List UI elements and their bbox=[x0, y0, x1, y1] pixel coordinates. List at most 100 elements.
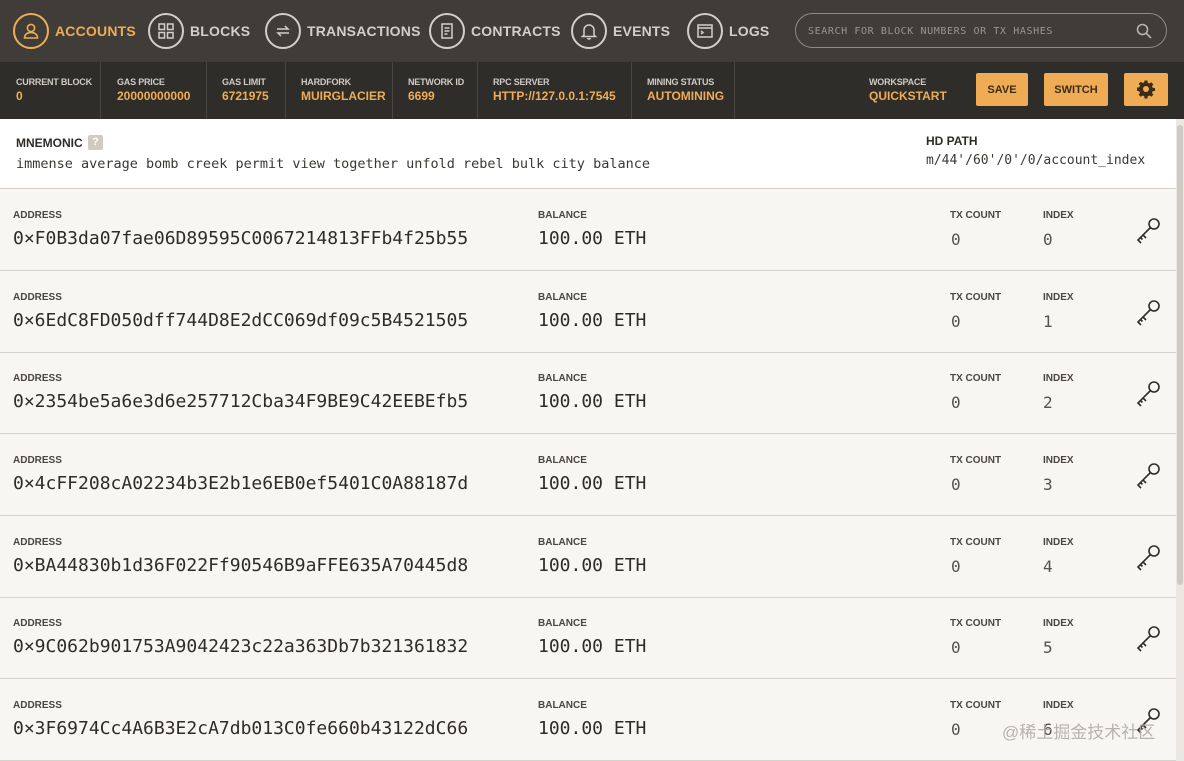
search-icon[interactable] bbox=[1136, 23, 1152, 39]
tx-count-value: 0 bbox=[951, 393, 961, 412]
bell-icon bbox=[571, 13, 607, 49]
scrollbar[interactable] bbox=[1176, 119, 1184, 761]
stat-value: MUIRGLACIER bbox=[301, 89, 386, 103]
address-value: 0×F0B3da07fae06D89595C0067214813FFb4f25b… bbox=[13, 228, 469, 249]
balance-value: 100.00 ETH bbox=[538, 310, 647, 331]
stat-network-id: NETWORK ID 6699 bbox=[393, 62, 478, 119]
index-label: INDEX bbox=[1043, 210, 1074, 221]
nav-blocks-label: BLOCKS bbox=[190, 23, 251, 39]
mnemonic-label: MNEMONIC bbox=[16, 136, 83, 150]
nav-contracts-label: CONTRACTS bbox=[471, 23, 561, 39]
stat-label: GAS LIMIT bbox=[222, 77, 266, 87]
tx-count-label: TX COUNT bbox=[950, 373, 1002, 384]
user-icon bbox=[13, 13, 49, 49]
search-input[interactable] bbox=[808, 21, 1128, 41]
terminal-icon bbox=[687, 13, 723, 49]
key-icon[interactable] bbox=[1134, 461, 1162, 489]
scrollbar-thumb[interactable] bbox=[1177, 125, 1183, 585]
stat-gas-limit: GAS LIMIT 6721975 bbox=[207, 62, 286, 119]
key-icon[interactable] bbox=[1134, 624, 1162, 652]
address-label: ADDRESS bbox=[13, 700, 62, 711]
key-icon[interactable] bbox=[1134, 216, 1162, 244]
nav-events[interactable]: EVENTS bbox=[571, 12, 670, 50]
nav-accounts-label: ACCOUNTS bbox=[55, 23, 136, 39]
accounts-list: ADDRESS 0×F0B3da07fae06D89595C0067214813… bbox=[0, 190, 1176, 761]
balance-label: BALANCE bbox=[538, 292, 587, 303]
stat-label: WORKSPACE bbox=[869, 77, 927, 87]
tx-count-label: TX COUNT bbox=[950, 537, 1002, 548]
watermark: @稀土掘金技术社区 bbox=[1002, 723, 1156, 742]
balance-value: 100.00 ETH bbox=[538, 473, 647, 494]
balance-value: 100.00 ETH bbox=[538, 391, 647, 412]
index-value: 3 bbox=[1043, 475, 1053, 494]
mnemonic-words: immense average bomb creek permit view t… bbox=[16, 156, 650, 172]
nav-transactions-label: TRANSACTIONS bbox=[307, 23, 421, 39]
stat-gas-price: GAS PRICE 20000000000 bbox=[101, 62, 207, 119]
stat-label: MINING STATUS bbox=[647, 77, 715, 87]
stat-value: 6699 bbox=[408, 89, 435, 103]
tx-count-value: 0 bbox=[951, 312, 961, 331]
index-value: 0 bbox=[1043, 230, 1053, 249]
stat-value: 20000000000 bbox=[117, 89, 191, 103]
tx-count-value: 0 bbox=[951, 230, 961, 249]
index-label: INDEX bbox=[1043, 537, 1074, 548]
blocks-icon bbox=[148, 13, 184, 49]
gear-icon bbox=[1137, 80, 1155, 98]
index-value: 4 bbox=[1043, 557, 1053, 576]
address-value: 0×3F6974Cc4A6B3E2cA7db013C0fe660b43122dC… bbox=[13, 718, 469, 739]
nav-contracts[interactable]: CONTRACTS bbox=[429, 12, 561, 50]
nav-accounts[interactable]: ACCOUNTS bbox=[13, 12, 136, 50]
contracts-icon bbox=[429, 13, 465, 49]
hd-path-label: HD PATH bbox=[926, 134, 978, 148]
stat-workspace: WORKSPACE QUICKSTART bbox=[869, 62, 959, 119]
top-nav: ACCOUNTS BLOCKS TRANSACTIONS CONTRACTS E… bbox=[0, 0, 1184, 62]
stat-mining-status: MINING STATUS AUTOMINING bbox=[632, 62, 735, 119]
address-label: ADDRESS bbox=[13, 455, 62, 466]
key-icon[interactable] bbox=[1134, 298, 1162, 326]
balance-label: BALANCE bbox=[538, 373, 587, 384]
key-icon[interactable] bbox=[1134, 379, 1162, 407]
address-value: 0×2354be5a6e3d6e257712Cba34F9BE9C42EEBEf… bbox=[13, 391, 469, 412]
account-row: ADDRESS 0×4cFF208cA02234b3E2b1e6EB0ef540… bbox=[0, 435, 1176, 516]
tx-count-label: TX COUNT bbox=[950, 700, 1002, 711]
account-row: ADDRESS 0×9C062b901753A9042423c22a363Db7… bbox=[0, 598, 1176, 679]
save-button[interactable]: SAVE bbox=[976, 73, 1028, 106]
balance-label: BALANCE bbox=[538, 618, 587, 629]
search-box bbox=[795, 13, 1167, 48]
index-label: INDEX bbox=[1043, 700, 1074, 711]
address-value: 0×6EdC8FD050dff744D8E2dCC069df09c5B45215… bbox=[13, 310, 469, 331]
help-icon[interactable]: ? bbox=[88, 135, 103, 150]
index-label: INDEX bbox=[1043, 292, 1074, 303]
balance-label: BALANCE bbox=[538, 455, 587, 466]
index-label: INDEX bbox=[1043, 618, 1074, 629]
nav-blocks[interactable]: BLOCKS bbox=[148, 12, 250, 50]
stat-label: RPC SERVER bbox=[493, 77, 550, 87]
balance-label: BALANCE bbox=[538, 537, 587, 548]
balance-label: BALANCE bbox=[538, 210, 587, 221]
key-icon[interactable] bbox=[1134, 543, 1162, 571]
index-value: 5 bbox=[1043, 638, 1053, 657]
stat-value: QUICKSTART bbox=[869, 89, 947, 103]
nav-logs[interactable]: LOGS bbox=[687, 12, 769, 50]
address-value: 0×BA44830b1d36F022Ff90546B9aFFE635A70445… bbox=[13, 555, 469, 576]
tx-count-label: TX COUNT bbox=[950, 210, 1002, 221]
stat-label: HARDFORK bbox=[301, 77, 351, 87]
nav-logs-label: LOGS bbox=[729, 23, 770, 39]
stat-value: AUTOMINING bbox=[647, 89, 725, 103]
tx-count-value: 0 bbox=[951, 638, 961, 657]
settings-button[interactable] bbox=[1124, 73, 1168, 106]
nav-events-label: EVENTS bbox=[613, 23, 671, 39]
tx-count-label: TX COUNT bbox=[950, 455, 1002, 466]
balance-value: 100.00 ETH bbox=[538, 228, 647, 249]
address-label: ADDRESS bbox=[13, 373, 62, 384]
nav-transactions[interactable]: TRANSACTIONS bbox=[265, 12, 421, 50]
account-row: ADDRESS 0×3F6974Cc4A6B3E2cA7db013C0fe660… bbox=[0, 680, 1176, 761]
tx-count-value: 0 bbox=[951, 557, 961, 576]
status-bar: CURRENT BLOCK 0 GAS PRICE 20000000000 GA… bbox=[0, 62, 1184, 119]
balance-value: 100.00 ETH bbox=[538, 636, 647, 657]
index-value: 2 bbox=[1043, 393, 1053, 412]
address-label: ADDRESS bbox=[13, 618, 62, 629]
switch-button[interactable]: SWITCH bbox=[1044, 73, 1108, 106]
stat-label: GAS PRICE bbox=[117, 77, 165, 87]
balance-label: BALANCE bbox=[538, 700, 587, 711]
